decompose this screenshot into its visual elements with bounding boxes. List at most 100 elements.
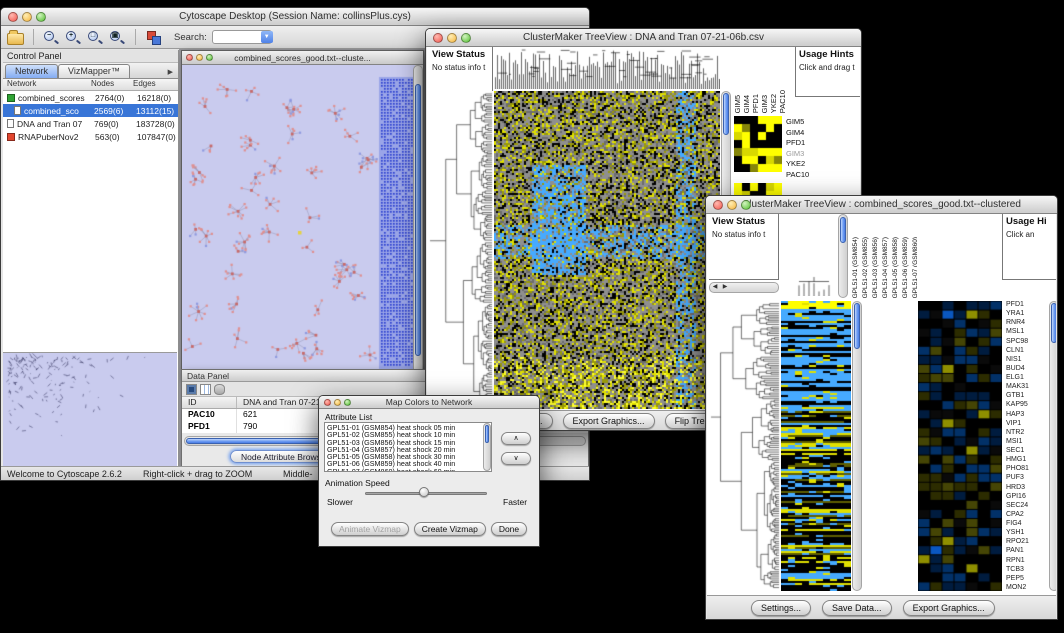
heatmap-v-scrollbar[interactable] [852,301,862,591]
network-window-titlebar[interactable]: combined_scores_good.txt--cluste... [182,51,423,65]
gene-label[interactable]: TCB3 [1006,566,1048,573]
gene-label[interactable]: BUD4 [1006,365,1048,372]
column-label[interactable]: GIM3 [761,95,769,113]
gene-label[interactable]: CLN1 [1006,347,1048,354]
column-label[interactable]: GPL51-01 (GSM854) [851,237,860,298]
gene-label[interactable]: HMG1 [1006,456,1048,463]
network-canvas[interactable] [182,65,415,376]
row-dendrogram-canvas[interactable] [710,301,780,591]
scrollbar-thumb[interactable] [485,425,489,443]
column-label[interactable]: GIM5 [734,95,742,113]
speed-slider-thumb[interactable] [419,487,429,497]
network-overview-canvas[interactable] [3,352,177,466]
scroll-track[interactable] [730,283,778,292]
minimize-button[interactable] [727,200,737,210]
heatmap-canvas[interactable] [781,301,851,591]
attribute-table-icon[interactable] [200,384,211,395]
gene-label[interactable]: PAN1 [1006,547,1048,554]
gene-label[interactable]: GIM5 [786,117,809,126]
tab-vizmapper[interactable]: VizMapper™ [58,64,130,78]
move-up-button[interactable]: ∧ [501,432,531,445]
scrollbar-thumb[interactable] [415,84,421,356]
gene-label[interactable]: PFD1 [786,138,809,147]
gene-label[interactable]: MSI1 [1006,438,1048,445]
column-header-nodes[interactable]: Nodes [91,79,133,90]
gene-label[interactable]: YSH1 [1006,529,1048,536]
zoom-button[interactable] [206,54,213,61]
scroll-right-icon[interactable]: ▶ [720,283,730,292]
column-header-edges[interactable]: Edges [133,79,178,90]
tab-network[interactable]: Network [5,64,58,78]
gene-label[interactable]: YKE2 [786,159,809,168]
select-attributes-icon[interactable] [186,384,197,395]
gene-label[interactable]: PEP5 [1006,575,1048,582]
gene-list-v-scrollbar[interactable] [1049,301,1056,591]
zoom-button[interactable] [461,33,471,43]
row-dendrogram-canvas[interactable] [429,91,493,409]
zoom-out-icon[interactable]: − [43,29,60,46]
minimize-button[interactable] [334,399,341,406]
gene-label[interactable]: PAC10 [786,170,809,179]
gene-label[interactable]: PHO81 [1006,465,1048,472]
gene-label[interactable]: RNR4 [1006,319,1048,326]
zoom-heatmap-canvas[interactable] [918,301,1002,591]
open-session-icon[interactable] [7,33,24,45]
column-label[interactable]: GPL51-03 (GSM856) [871,237,880,298]
zoom-selected-region-icon[interactable]: □ [87,29,104,46]
column-label[interactable]: GPL51-04 (GSM857) [881,237,890,298]
minimize-button[interactable] [196,54,203,61]
treeview1-titlebar[interactable]: ClusterMaker TreeView : DNA and Tran 07-… [426,29,861,47]
network-list-row[interactable]: RNAPuberNov2 563(0) 107847(0) [3,130,178,143]
gene-label[interactable]: NIS1 [1006,356,1048,363]
gene-label[interactable]: ELG1 [1006,374,1048,381]
gene-label[interactable]: HAP3 [1006,411,1048,418]
zoom-button[interactable] [36,12,46,22]
zoom-button[interactable] [344,399,351,406]
gene-label[interactable]: GIM3 [786,149,809,158]
gene-label[interactable]: YRA1 [1006,310,1048,317]
gene-label[interactable]: GPI16 [1006,493,1048,500]
scrollbar-thumb[interactable] [723,93,729,135]
scroll-left-icon[interactable]: ◀ [710,283,720,292]
close-button[interactable] [324,399,331,406]
zoom-matrix-canvas[interactable] [734,116,782,172]
gene-label[interactable]: GTB1 [1006,392,1048,399]
gene-label[interactable]: RPN1 [1006,557,1048,564]
list-v-scrollbar[interactable] [483,423,491,471]
gene-label[interactable]: GIM4 [786,128,809,137]
network-list-row[interactable]: combined_scores 2764(0) 16218(0) [3,91,178,104]
scrollbar-thumb[interactable] [854,303,860,349]
column-label[interactable]: GPL51-02 (GSM855) [861,237,870,298]
scrollbar-thumb[interactable] [840,217,846,243]
column-label[interactable]: GIM4 [743,95,751,113]
dialog-titlebar[interactable]: Map Colors to Network [319,396,539,409]
column-label[interactable]: PFD1 [752,94,760,113]
zoom-in-icon[interactable]: + [65,29,82,46]
column-label[interactable]: PAC10 [779,90,787,113]
search-dropdown-icon[interactable]: ▼ [261,31,273,43]
close-button[interactable] [8,12,18,22]
network-list-row[interactable]: DNA and Tran 07 769(0) 183728(0) [3,117,178,130]
dialog-button[interactable]: Done [491,522,527,536]
gene-label[interactable]: NTR2 [1006,429,1048,436]
gene-label[interactable]: VIP1 [1006,420,1048,427]
gene-label[interactable]: MSL1 [1006,328,1048,335]
treeview-button[interactable]: Export Graphics... [903,600,995,616]
close-button[interactable] [186,54,193,61]
annotation-icon[interactable] [145,29,161,45]
labels-v-scrollbar[interactable] [838,214,848,298]
scrollbar-thumb[interactable] [1051,303,1056,343]
network-v-scrollbar[interactable] [413,65,423,375]
gene-label[interactable]: PUF3 [1006,474,1048,481]
treeview-button[interactable]: Export Graphics... [563,413,655,429]
attribute-function-icon[interactable] [214,384,225,395]
column-label[interactable]: YKE2 [770,94,778,113]
gene-label[interactable]: CPA2 [1006,511,1048,518]
dialog-button[interactable]: Create Vizmap [414,522,486,536]
gene-label[interactable]: MAK31 [1006,383,1048,390]
minimize-button[interactable] [22,12,32,22]
attribute-list-item[interactable]: GPL51-07 (GSM860) heat shock 60 min [327,468,491,472]
minimize-button[interactable] [447,33,457,43]
main-titlebar[interactable]: Cytoscape Desktop (Session Name: collins… [1,8,589,26]
close-button[interactable] [713,200,723,210]
